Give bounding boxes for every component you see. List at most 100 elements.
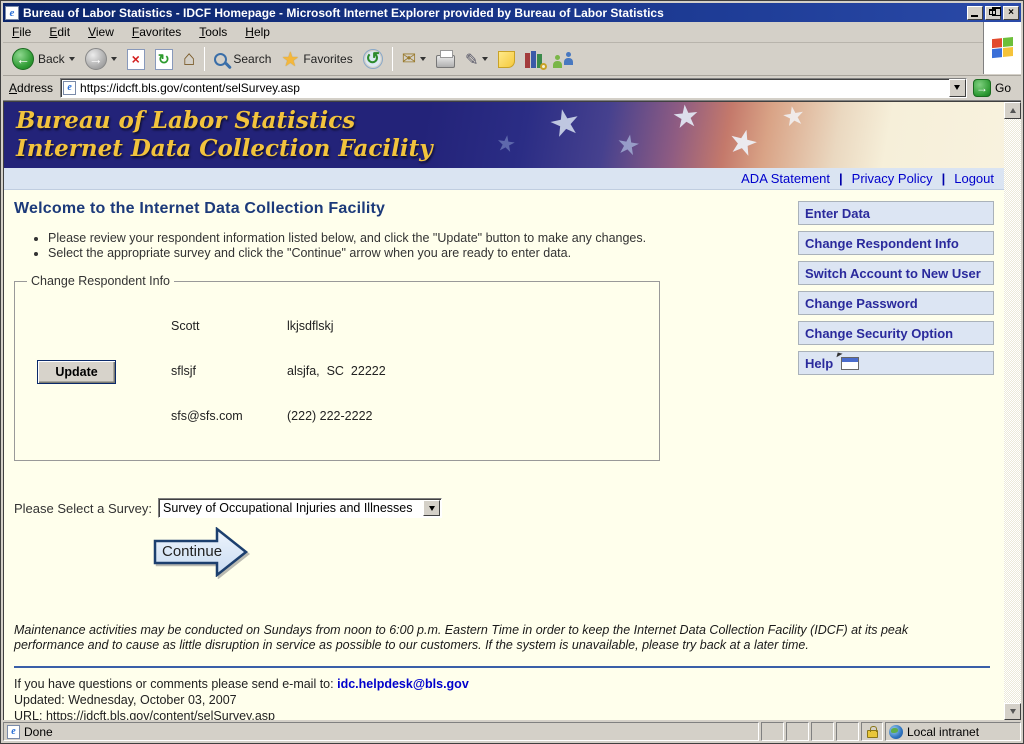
page-icon: e [63,81,76,95]
address-input[interactable]: e https://idcft.bls.gov/content/selSurve… [60,78,967,98]
windows-logo [983,22,1021,74]
research-button[interactable] [520,45,547,73]
menu-view[interactable]: View [79,22,123,42]
print-button[interactable] [431,45,460,73]
discuss-button[interactable] [493,45,520,73]
forward-button[interactable]: → [80,45,122,73]
footer-divider [14,666,990,668]
respondent-fieldset: Change Respondent Info Update Scott sfls… [14,274,660,461]
logout-link[interactable]: Logout [954,171,994,186]
browser-window: e Bureau of Labor Statistics - IDCF Home… [0,0,1024,744]
toolbar-separator [392,47,393,71]
bls-banner: ★ ★ ★ ★ ★ ★ Bureau of Labor Statistics I… [4,102,1004,168]
close-button[interactable]: × [1003,6,1019,20]
top-link-strip: ADA Statement | Privacy Policy | Logout [4,168,1004,190]
vertical-scrollbar[interactable] [1004,102,1021,720]
go-button[interactable]: → Go [967,79,1017,97]
main-content: Welcome to the Internet Data Collection … [4,190,1004,720]
menu-favorites[interactable]: Favorites [123,22,190,42]
ada-statement-link[interactable]: ADA Statement [741,171,830,186]
minimize-button[interactable] [967,6,983,20]
sidebar-item-enter-data[interactable]: Enter Data [798,201,994,225]
update-button[interactable]: Update [37,360,116,384]
browser-viewport: ★ ★ ★ ★ ★ ★ Bureau of Labor Statistics I… [3,101,1021,720]
mail-dropdown-icon[interactable] [420,57,426,61]
search-label: Search [233,52,271,66]
zone-text: Local intranet [907,725,979,739]
document-icon: e [7,725,20,739]
sidebar-item-help[interactable]: Help [798,351,994,375]
survey-selected-option: Survey of Occupational Injuries and Illn… [159,501,423,515]
survey-select[interactable]: Survey of Occupational Injuries and Illn… [158,498,442,518]
updated-date: Updated: Wednesday, October 03, 2007 [14,692,1004,708]
restore-button[interactable] [985,6,1001,20]
research-books-icon [525,51,542,68]
mail-button[interactable]: ✉ [397,45,431,73]
respondent-address: lkjsdflskj [287,319,386,334]
sidebar-item-change-security-option[interactable]: Change Security Option [798,321,994,345]
privacy-policy-link[interactable]: Privacy Policy [852,171,933,186]
sidebar-item-label: Switch Account to New User [805,266,981,281]
edit-dropdown-icon[interactable] [482,57,488,61]
back-button[interactable]: ← Back [7,45,80,73]
favorites-button[interactable]: ★ Favorites [276,45,357,73]
address-label: Address [7,81,60,95]
mail-icon: ✉ [402,49,416,69]
menu-tools[interactable]: Tools [190,22,236,42]
respondent-address-column: lkjsdflskj alsjfa, SC 22222 (222) 222-22… [287,289,386,454]
go-label: Go [995,81,1011,95]
respondent-phone: (222) 222-2222 [287,409,386,424]
status-pane-empty [786,722,809,741]
scroll-up-button[interactable] [1004,102,1021,119]
sidebar-item-switch-account[interactable]: Switch Account to New User [798,261,994,285]
helpdesk-email-link[interactable]: idc.helpdesk@bls.gov [337,677,469,691]
history-button[interactable]: ↺ [358,45,388,73]
menu-help[interactable]: Help [236,22,279,42]
title-bar: e Bureau of Labor Statistics - IDCF Home… [3,3,1021,22]
scrollbar-track[interactable] [1004,119,1021,703]
instruction-list: Please review your respondent informatio… [34,231,674,261]
stop-button[interactable]: × [122,45,150,73]
instruction-item: Select the appropriate survey and click … [48,246,674,261]
back-label: Back [38,52,65,66]
select-dropdown-button[interactable] [423,500,440,516]
survey-select-label: Please Select a Survey: [14,501,152,516]
forward-dropdown-icon[interactable] [111,57,117,61]
continue-button[interactable]: Continue [153,527,249,577]
menu-file[interactable]: File [3,22,40,42]
messenger-button[interactable] [547,45,579,73]
refresh-button[interactable]: ↻ [150,45,178,73]
status-text: Done [24,725,53,739]
chevron-down-icon [429,506,435,511]
toolbar-separator [204,47,205,71]
search-button[interactable]: Search [209,45,276,73]
status-pane-empty [761,722,784,741]
minimize-icon [971,15,978,17]
sidebar-item-label: Help [805,356,833,371]
sidebar-item-change-respondent-info[interactable]: Change Respondent Info [798,231,994,255]
scroll-down-button[interactable] [1004,703,1021,720]
respondent-company: sflsjf [171,364,287,379]
menu-edit[interactable]: Edit [40,22,79,42]
address-url[interactable]: https://idcft.bls.gov/content/selSurvey.… [76,81,949,95]
note-icon [498,51,515,68]
edit-button[interactable]: ✎ [460,45,493,73]
chevron-down-icon [954,85,960,90]
edit-icon: ✎ [465,50,478,69]
home-button[interactable]: ⌂ [178,45,201,73]
search-icon [214,53,227,66]
sidebar-item-change-password[interactable]: Change Password [798,291,994,315]
banner-title-line2: Internet Data Collection Facility [16,135,1004,163]
contact-text: If you have questions or comments please… [14,677,334,691]
windows-flag-icon [992,37,1014,59]
continue-label: Continue [162,543,222,560]
status-pane: e Done [3,722,759,741]
chevron-down-icon [1010,709,1016,714]
address-dropdown-button[interactable] [949,79,966,97]
link-separator: | [830,171,852,186]
messenger-people-icon [552,49,574,69]
maintenance-notice: Maintenance activities may be conducted … [14,623,1004,653]
instruction-item: Please review your respondent informatio… [48,231,674,246]
back-dropdown-icon[interactable] [69,57,75,61]
status-pane-empty [836,722,859,741]
